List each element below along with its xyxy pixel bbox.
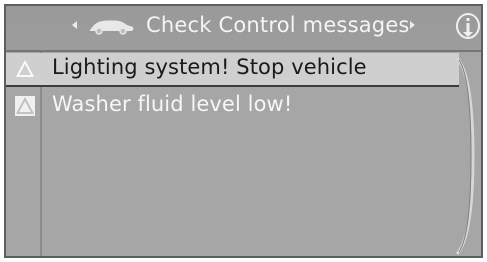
message-text: Lighting system! Stop vehicle (52, 55, 367, 79)
scrollbar[interactable] (455, 56, 477, 256)
message-text: Washer fluid level low! (52, 92, 293, 116)
message-item[interactable]: Washer fluid level low! (6, 90, 459, 124)
car-icon (90, 20, 134, 35)
display-frame: Check Control messages Lighting system! … (4, 4, 483, 258)
info-icon[interactable] (453, 10, 483, 42)
menu-header: Check Control messages (6, 6, 481, 52)
message-item[interactable]: Lighting system! Stop vehicle (6, 53, 459, 87)
arrow-right-icon[interactable] (410, 21, 415, 29)
idrive-screen: Check Control messages Lighting system! … (0, 0, 487, 262)
warning-triangle-icon (15, 96, 35, 116)
warning-triangle-icon (15, 59, 35, 79)
message-list: Lighting system! Stop vehicle Washer flu… (6, 52, 459, 256)
arrow-left-icon[interactable] (72, 21, 77, 29)
page-title: Check Control messages (146, 13, 410, 37)
